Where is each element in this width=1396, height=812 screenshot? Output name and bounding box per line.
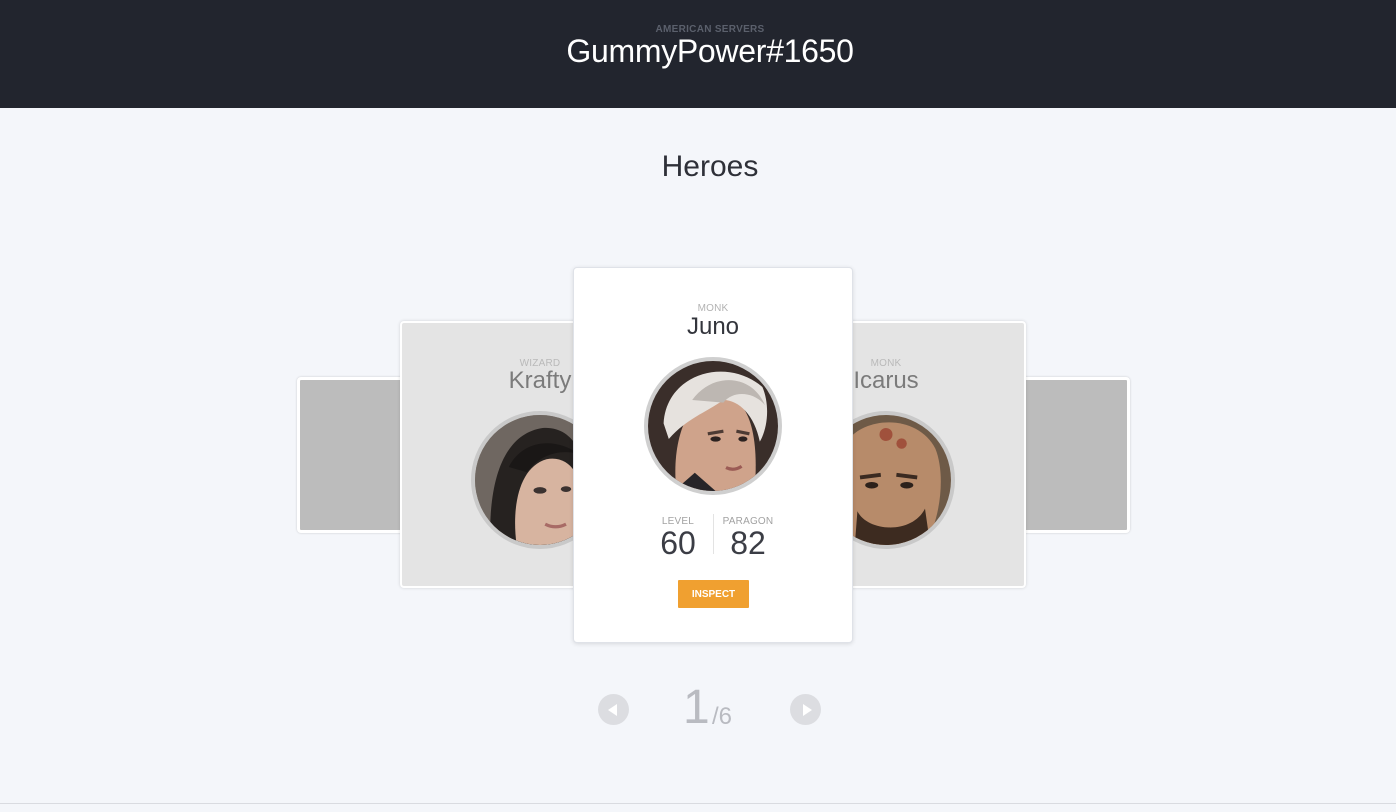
total-pages: /6	[712, 703, 733, 730]
paragon-value: 82	[730, 525, 766, 561]
chevron-right-icon	[803, 704, 812, 716]
section-title: Heroes	[661, 150, 759, 183]
monk-portrait-icon	[648, 361, 778, 491]
inspect-button[interactable]: INSPECT	[678, 580, 749, 608]
level-value: 60	[660, 525, 696, 561]
hero-card-far-left[interactable]	[297, 377, 417, 533]
next-hero-button[interactable]	[790, 694, 821, 725]
previous-hero-button[interactable]	[598, 694, 629, 725]
top-header: AMERICAN SERVERS GummyPower#1650	[0, 0, 1396, 108]
battletag-title: GummyPower#1650	[566, 33, 854, 69]
paragon-stat: PARAGON 82	[722, 516, 774, 559]
stat-divider	[713, 514, 714, 554]
footer-divider	[0, 803, 1396, 804]
hero-name: Juno	[686, 313, 740, 340]
level-stat: LEVEL 60	[660, 516, 696, 559]
chevron-left-icon	[608, 704, 617, 716]
hero-card-juno[interactable]: MONK Juno LEVEL 60 PARAGON 82 INSPECT	[573, 267, 853, 643]
current-page: 1	[683, 681, 710, 734]
hero-portrait	[644, 357, 782, 495]
hero-card-far-right[interactable]	[1009, 377, 1130, 533]
